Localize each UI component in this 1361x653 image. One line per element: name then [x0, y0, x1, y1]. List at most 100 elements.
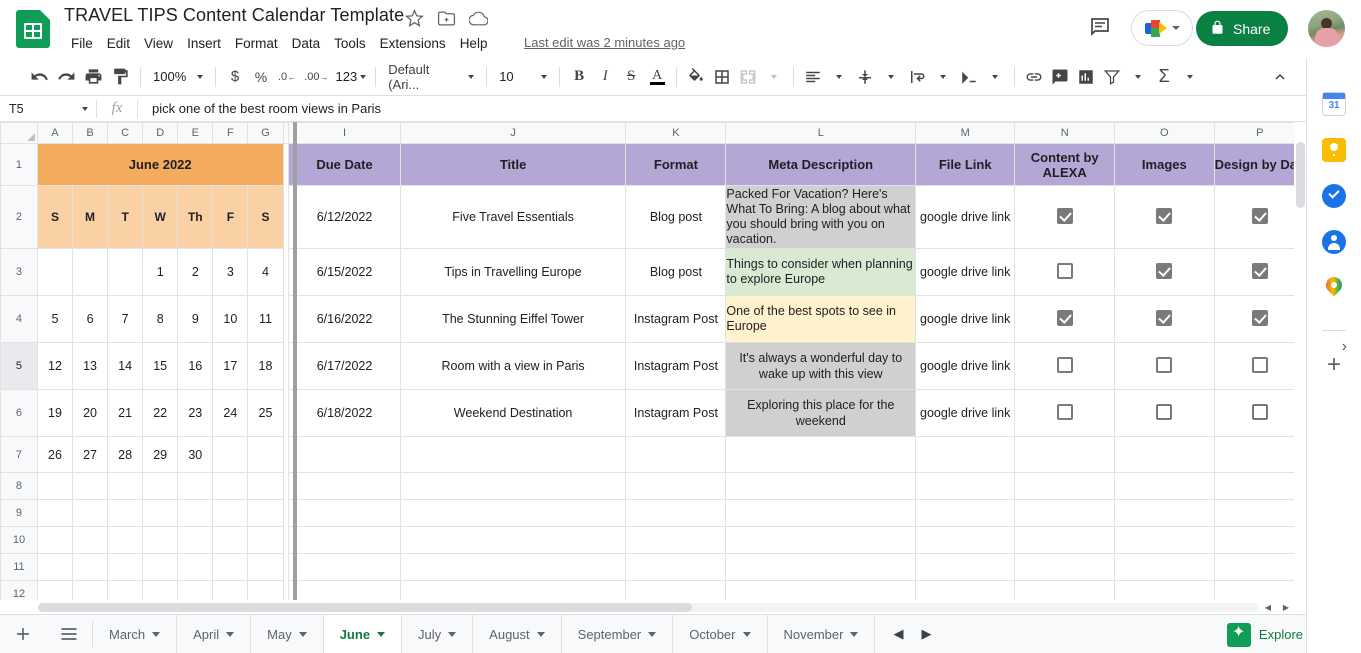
select-all-corner[interactable]: [0, 122, 38, 144]
empty-cell[interactable]: [725, 499, 917, 527]
row-header-12[interactable]: 12: [0, 580, 38, 600]
calendar-dow-w[interactable]: W: [142, 185, 179, 249]
empty-cell[interactable]: [107, 526, 144, 554]
checkbox-checked[interactable]: [1056, 207, 1073, 224]
increase-decimal-icon[interactable]: .00 →: [300, 64, 332, 90]
empty-cell[interactable]: [915, 526, 1016, 554]
calendar-dow-t[interactable]: T: [107, 185, 144, 249]
empty-cell[interactable]: [247, 580, 284, 600]
cell-content-alexa-2[interactable]: [1014, 248, 1116, 296]
calendar-day[interactable]: 11: [247, 295, 284, 343]
empty-cell[interactable]: [915, 436, 1016, 473]
empty-cell[interactable]: [1014, 436, 1116, 473]
menu-insert[interactable]: Insert: [180, 33, 228, 54]
empty-cell[interactable]: [1213, 553, 1306, 581]
text-rotation-icon[interactable]: [956, 64, 982, 90]
zoom-selector[interactable]: 100%: [147, 64, 209, 90]
menu-file[interactable]: File: [64, 33, 100, 54]
cell-file-link-2[interactable]: google drive link: [915, 248, 1016, 296]
cell-file-link-4[interactable]: google drive link: [915, 342, 1016, 390]
calendar-day[interactable]: 28: [107, 436, 144, 473]
empty-cell[interactable]: [1213, 526, 1306, 554]
sheet-tab-september[interactable]: September: [562, 615, 674, 653]
empty-cell[interactable]: [36, 499, 74, 527]
chevron-down-icon[interactable]: [742, 631, 751, 637]
functions-dropdown[interactable]: [1177, 64, 1203, 90]
empty-cell[interactable]: [212, 526, 249, 554]
calendar-dow-s2[interactable]: S: [247, 185, 284, 249]
calendar-day[interactable]: 30: [177, 436, 214, 473]
empty-cell[interactable]: [288, 472, 401, 500]
calendar-day[interactable]: 4: [247, 248, 284, 296]
cell-design-dan-2[interactable]: [1213, 248, 1306, 296]
checkbox-unchecked[interactable]: [1156, 356, 1173, 373]
text-wrap-icon[interactable]: [904, 64, 930, 90]
cell-format-4[interactable]: Instagram Post: [625, 342, 727, 390]
chevron-down-icon[interactable]: [152, 631, 161, 637]
next-sheet-icon[interactable]: ▶: [921, 626, 931, 642]
header-format[interactable]: Format: [625, 143, 727, 186]
cell-meta-5[interactable]: Exploring this place for the weekend: [725, 389, 917, 437]
empty-cell[interactable]: [725, 472, 917, 500]
cell-title-1[interactable]: Five Travel Essentials: [399, 185, 627, 249]
chevron-down-icon[interactable]: [648, 631, 657, 637]
checkbox-unchecked[interactable]: [1056, 262, 1073, 279]
checkbox-unchecked[interactable]: [1056, 356, 1073, 373]
cell-design-dan-3[interactable]: [1213, 295, 1306, 343]
formula-input[interactable]: pick one of the best room views in Paris: [138, 101, 1306, 116]
empty-cell[interactable]: [288, 553, 401, 581]
calendar-day[interactable]: 19: [36, 389, 74, 437]
sheet-tab-may[interactable]: May: [251, 615, 324, 653]
cell-content-alexa-4[interactable]: [1014, 342, 1116, 390]
borders-icon[interactable]: [709, 64, 735, 90]
sheet-tab-october[interactable]: October: [673, 615, 768, 653]
filter-dropdown[interactable]: [1125, 64, 1151, 90]
calendar-day[interactable]: 21: [107, 389, 144, 437]
empty-cell[interactable]: [725, 526, 917, 554]
empty-cell[interactable]: [625, 580, 727, 600]
cell-images-4[interactable]: [1114, 342, 1215, 390]
column-header-n[interactable]: N: [1014, 122, 1116, 144]
cell-title-2[interactable]: Tips in Travelling Europe: [399, 248, 627, 296]
checkbox-checked[interactable]: [1056, 309, 1073, 326]
checkbox-unchecked[interactable]: [1156, 403, 1173, 420]
row-header-2[interactable]: 2: [0, 185, 38, 249]
text-wrap-dropdown[interactable]: [930, 64, 956, 90]
collapse-toolbar-icon[interactable]: [1268, 65, 1292, 89]
cell-meta-4[interactable]: It's always a wonderful day to wake up w…: [725, 342, 917, 390]
last-edit-status[interactable]: Last edit was 2 minutes ago: [524, 35, 685, 50]
spreadsheet-grid[interactable]: A B C D E F G I J K L M N O P 1 June 202…: [0, 122, 1306, 600]
empty-cell[interactable]: [625, 472, 727, 500]
header-design-by-dan[interactable]: Design by Dan: [1213, 143, 1306, 186]
empty-cell[interactable]: [71, 472, 109, 500]
empty-cell[interactable]: [36, 553, 74, 581]
calendar-day[interactable]: 17: [212, 342, 249, 390]
print-icon[interactable]: [80, 64, 107, 90]
sheet-tab-july[interactable]: July: [402, 615, 474, 653]
move-to-folder-icon[interactable]: [437, 9, 456, 28]
calendar-day[interactable]: 7: [107, 295, 144, 343]
cell-due-date-5[interactable]: 6/18/2022: [288, 389, 401, 437]
sheet-tab-june[interactable]: June: [323, 615, 403, 653]
cell-design-dan-1[interactable]: [1213, 185, 1306, 249]
calendar-day[interactable]: 12: [36, 342, 74, 390]
row-header-5[interactable]: 5: [0, 342, 38, 390]
empty-cell[interactable]: [247, 526, 284, 554]
column-header-d[interactable]: D: [142, 122, 179, 144]
functions-button[interactable]: Σ: [1151, 64, 1177, 90]
empty-cell[interactable]: [1114, 436, 1215, 473]
empty-cell[interactable]: [177, 553, 214, 581]
menu-format[interactable]: Format: [228, 33, 285, 54]
cell-due-date-4[interactable]: 6/17/2022: [288, 342, 401, 390]
horizontal-scrollbar[interactable]: ◀ ▶: [0, 600, 1306, 614]
column-header-l[interactable]: L: [725, 122, 917, 144]
cell-file-link-1[interactable]: google drive link: [915, 185, 1016, 249]
empty-cell[interactable]: [288, 499, 401, 527]
font-family-selector[interactable]: Default (Ari...: [382, 62, 480, 92]
calendar-day[interactable]: 16: [177, 342, 214, 390]
header-meta-description[interactable]: Meta Description: [725, 143, 917, 186]
empty-cell[interactable]: [36, 526, 74, 554]
empty-cell[interactable]: [625, 436, 727, 473]
checkbox-unchecked[interactable]: [1251, 356, 1268, 373]
cell-due-date-2[interactable]: 6/15/2022: [288, 248, 401, 296]
